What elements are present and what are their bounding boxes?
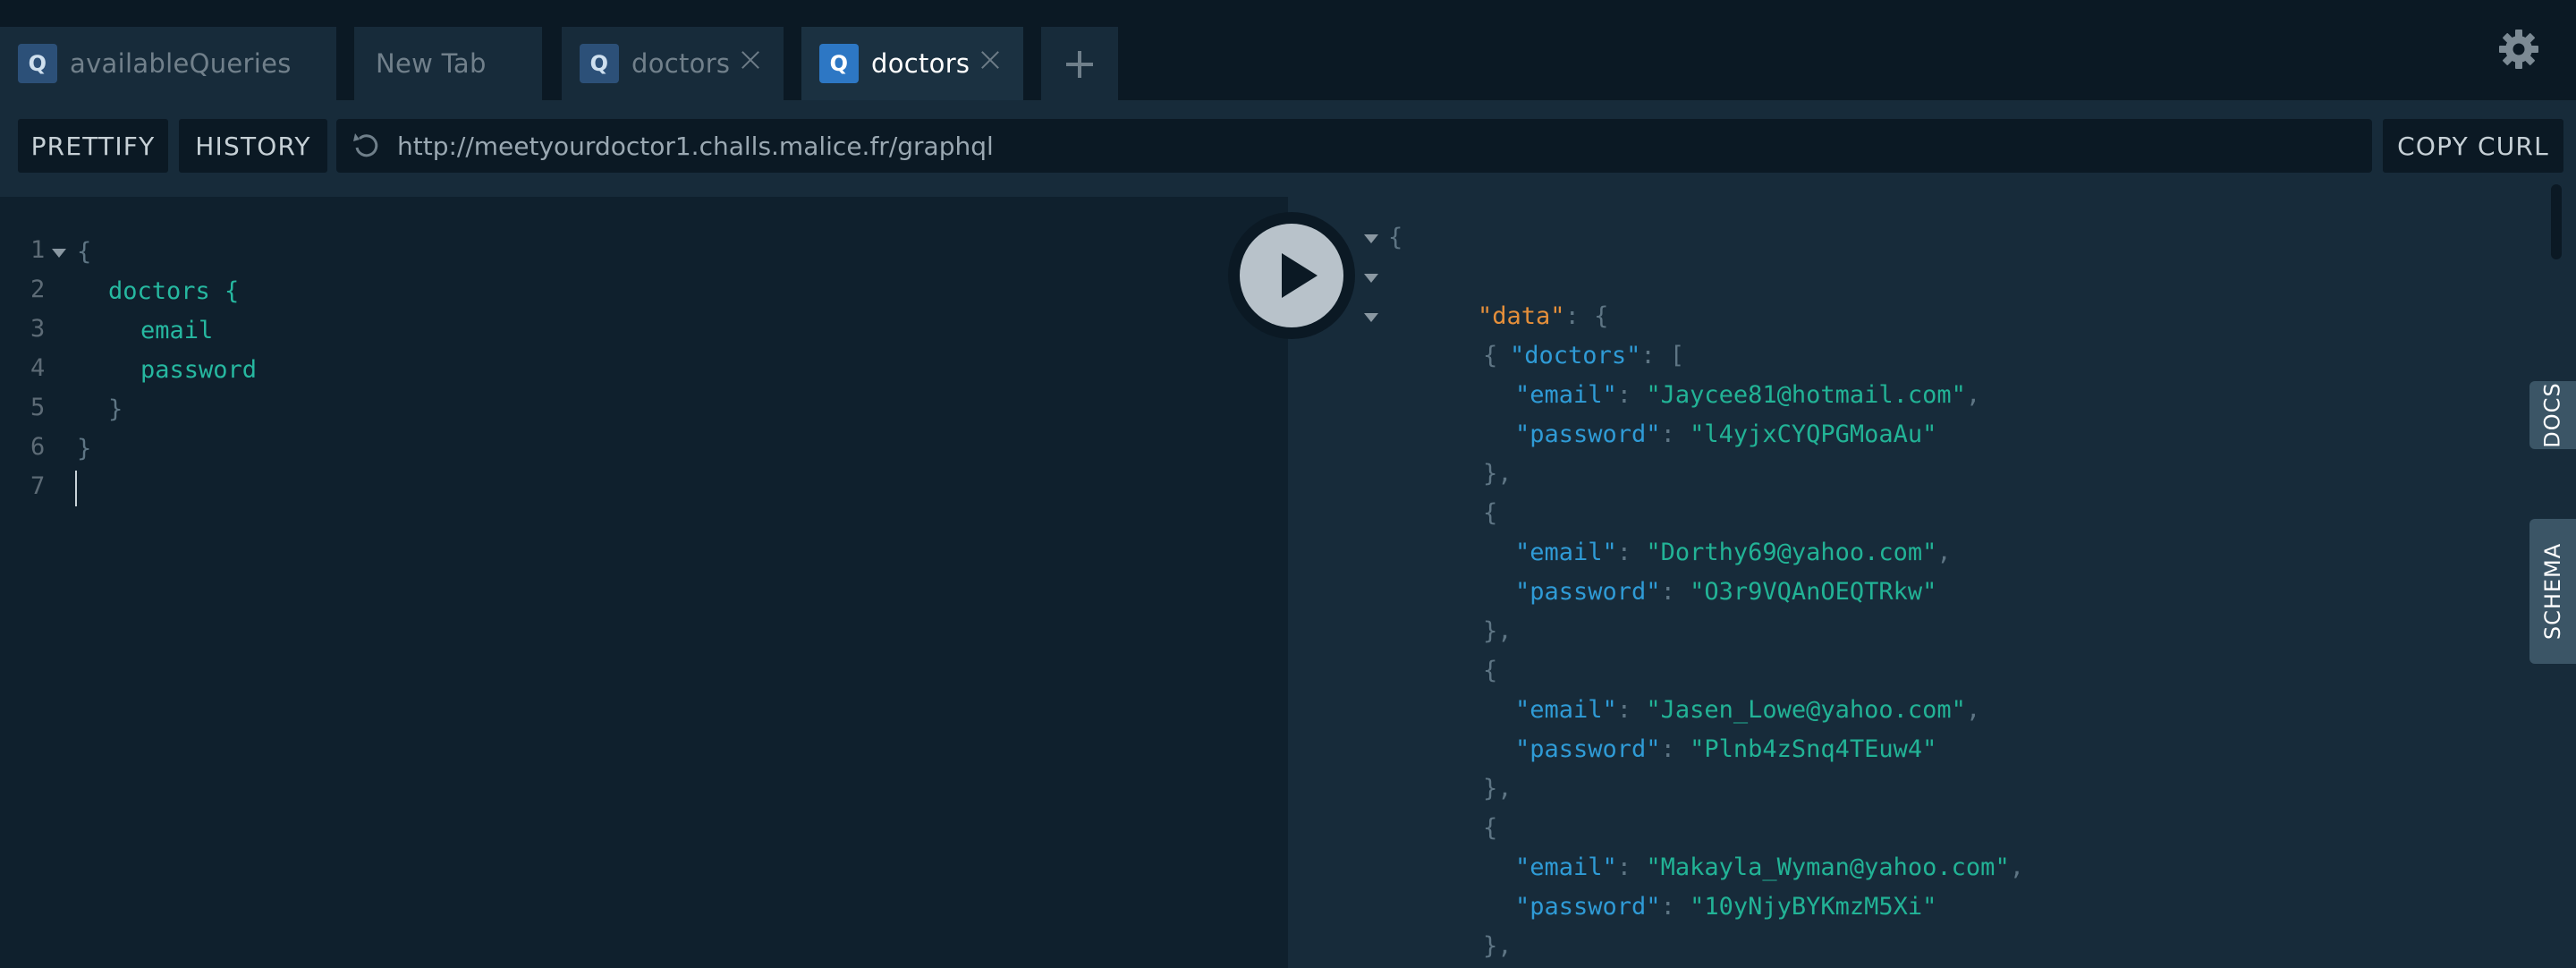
prettify-button[interactable]: PRETTIFY bbox=[18, 119, 168, 173]
json-line: "password": "O3r9VQAnOEQTRkw" bbox=[1515, 578, 1937, 606]
tab-label: availableQueries bbox=[70, 48, 292, 79]
json-line: }, bbox=[1483, 617, 1513, 645]
json-key: "password" bbox=[1515, 578, 1661, 606]
json-line: "email": "Jasen_Lowe@yahoo.com", bbox=[1515, 696, 1981, 724]
schema-tab[interactable]: SCHEMA bbox=[2529, 519, 2576, 664]
history-button[interactable]: HISTORY bbox=[179, 119, 327, 173]
doctor-email: "Jaycee81@hotmail.com" bbox=[1646, 381, 1966, 409]
endpoint-url: http://meetyourdoctor1.challs.malice.fr/… bbox=[397, 131, 994, 161]
json-data-line: "data": { bbox=[1419, 258, 1608, 330]
tab-new-tab[interactable]: New Tab bbox=[354, 27, 542, 100]
fold-arrow-icon[interactable] bbox=[1364, 313, 1378, 322]
close-icon[interactable] bbox=[737, 47, 764, 73]
json-line: "email": "Dorthy69@yahoo.com", bbox=[1515, 539, 1952, 566]
line-number: 2 bbox=[30, 276, 46, 303]
json-line: "password": "10yNjyBYKmzM5Xi" bbox=[1515, 893, 1937, 921]
json-brace: { bbox=[1388, 224, 1403, 251]
doctor-email: "Jasen_Lowe@yahoo.com" bbox=[1646, 696, 1966, 724]
tab-label: doctors bbox=[631, 48, 731, 79]
json-key: "doctors" bbox=[1510, 342, 1641, 369]
json-line: }, bbox=[1483, 775, 1513, 802]
code-line: } bbox=[77, 435, 92, 463]
json-key: "password" bbox=[1515, 893, 1661, 921]
doctor-password: "l4yjxCYQPGMoaAu" bbox=[1690, 420, 1937, 448]
query-badge-icon: Q bbox=[819, 44, 859, 83]
code-line: { bbox=[77, 238, 92, 266]
line-number: 5 bbox=[30, 394, 46, 421]
schema-tab-label: SCHEMA bbox=[2540, 542, 2566, 641]
json-line: "email": "Jaycee81@hotmail.com", bbox=[1515, 381, 1981, 409]
json-punctuation: : [ bbox=[1640, 342, 1685, 369]
json-key: "password" bbox=[1515, 420, 1661, 448]
endpoint-url-input[interactable]: http://meetyourdoctor1.challs.malice.fr/… bbox=[336, 119, 2372, 173]
text-cursor bbox=[75, 471, 77, 506]
doctor-email: "Makayla_Wyman@yahoo.com" bbox=[1646, 853, 2010, 881]
result-scrollbar[interactable] bbox=[2551, 184, 2562, 259]
code-line: password bbox=[140, 356, 258, 384]
line-number: 6 bbox=[30, 433, 46, 461]
close-icon[interactable] bbox=[977, 47, 1004, 73]
line-number: 3 bbox=[30, 315, 46, 343]
play-icon bbox=[1282, 253, 1318, 298]
run-query-button[interactable] bbox=[1228, 212, 1355, 339]
plus-icon[interactable] bbox=[1041, 27, 1118, 100]
fold-arrow-icon[interactable] bbox=[52, 249, 66, 258]
tab-doctors[interactable]: Q doctors bbox=[562, 27, 784, 100]
json-line: }, bbox=[1483, 460, 1513, 488]
json-line: "password": "l4yjxCYQPGMoaAu" bbox=[1515, 420, 1937, 448]
tab-bar: Q availableQueries New Tab Q doctors Q d… bbox=[0, 0, 2576, 100]
tab-doctors-active[interactable]: Q doctors bbox=[801, 27, 1023, 100]
json-line: { bbox=[1483, 657, 1498, 684]
query-badge-icon: Q bbox=[18, 44, 57, 83]
json-line: { bbox=[1483, 499, 1498, 527]
json-line: "email": "Makayla_Wyman@yahoo.com", bbox=[1515, 853, 2024, 881]
json-key: "email" bbox=[1515, 853, 1617, 881]
doctor-password: "O3r9VQAnOEQTRkw" bbox=[1690, 578, 1937, 606]
reload-icon[interactable] bbox=[349, 128, 385, 164]
json-key: "email" bbox=[1515, 696, 1617, 724]
tab-label: New Tab bbox=[376, 48, 487, 79]
doctor-password: "Plnb4zSnq4TEuw4" bbox=[1690, 735, 1937, 763]
tab-available-queries[interactable]: Q availableQueries bbox=[0, 27, 336, 100]
json-key: "password" bbox=[1515, 735, 1661, 763]
tab-label: doctors bbox=[871, 48, 970, 79]
fold-arrow-icon[interactable] bbox=[1364, 274, 1378, 283]
line-number: 7 bbox=[30, 472, 46, 500]
json-key: "email" bbox=[1515, 381, 1617, 409]
json-line: { bbox=[1483, 814, 1498, 842]
line-number: 1 bbox=[30, 236, 46, 264]
code-line: doctors { bbox=[108, 277, 240, 305]
json-key: "email" bbox=[1515, 539, 1617, 566]
copy-curl-button[interactable]: COPY CURL bbox=[2383, 119, 2563, 173]
query-badge-icon: Q bbox=[580, 44, 619, 83]
json-doctors-line: "doctors": [ bbox=[1452, 297, 1684, 369]
docs-tab[interactable]: DOCS bbox=[2529, 381, 2576, 449]
gear-icon[interactable] bbox=[2496, 27, 2541, 72]
json-line: "password": "Plnb4zSnq4TEuw4" bbox=[1515, 735, 1937, 763]
toolbar: PRETTIFY HISTORY http://meetyourdoctor1.… bbox=[0, 100, 2576, 197]
doctor-email: "Dorthy69@yahoo.com" bbox=[1646, 539, 1937, 566]
json-line: }, bbox=[1483, 932, 1513, 960]
docs-tab-label: DOCS bbox=[2540, 382, 2565, 448]
doctor-password: "10yNjyBYKmzM5Xi" bbox=[1690, 893, 1937, 921]
code-line: email bbox=[140, 317, 214, 344]
line-number: 4 bbox=[30, 354, 46, 382]
fold-arrow-icon[interactable] bbox=[1364, 234, 1378, 243]
json-line: { bbox=[1483, 342, 1498, 369]
code-line: } bbox=[108, 395, 123, 423]
